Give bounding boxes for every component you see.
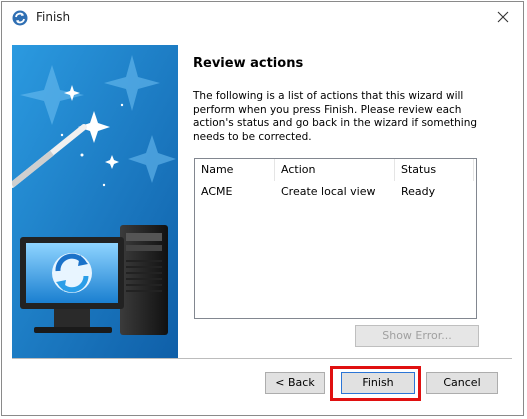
row-action: Create local view <box>281 185 376 198</box>
sync-app-icon <box>12 10 28 26</box>
actions-list[interactable]: Name Action Status ACME Create local vie… <box>194 158 477 319</box>
row-status: Ready <box>401 185 436 198</box>
footer-divider <box>12 358 512 359</box>
actions-list-header: Name Action Status <box>195 159 476 181</box>
column-header-name[interactable]: Name <box>195 159 275 181</box>
row-name: ACME <box>201 185 233 198</box>
table-row[interactable]: ACME Create local view Ready <box>195 182 476 202</box>
show-error-button[interactable]: Show Error... <box>355 325 479 347</box>
column-header-action[interactable]: Action <box>275 159 395 181</box>
page-heading: Review actions <box>193 56 304 71</box>
back-button[interactable]: < Back <box>265 372 325 394</box>
cancel-button[interactable]: Cancel <box>426 372 498 394</box>
close-button[interactable] <box>493 7 513 27</box>
title-bar: Finish <box>2 2 523 32</box>
page-description: The following is a list of actions that … <box>193 90 478 143</box>
finish-highlight-box <box>330 366 421 401</box>
column-header-status[interactable]: Status <box>395 159 474 181</box>
window-title: Finish <box>36 10 71 24</box>
wizard-content: Review actions The following is a list o… <box>179 45 512 358</box>
close-icon <box>497 11 509 23</box>
wizard-window: Finish Review actions The following is a… <box>1 1 524 416</box>
wizard-banner-image <box>12 45 178 358</box>
